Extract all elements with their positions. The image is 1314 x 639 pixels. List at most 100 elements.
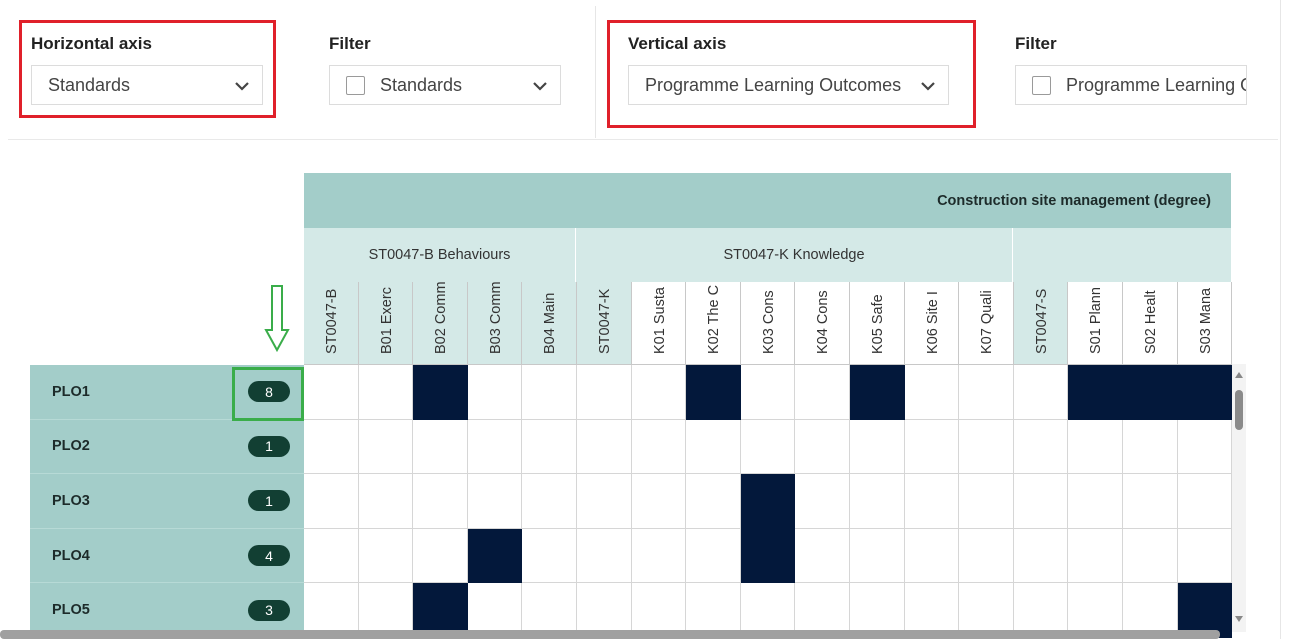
matrix-cell[interactable] [959,474,1014,529]
matrix-cell[interactable] [1123,474,1178,529]
column-header-label: ST0047-B [324,288,340,354]
chevron-down-icon [533,82,547,91]
matrix-cell[interactable] [631,419,687,475]
column-header-label: K06 Site I [924,291,941,354]
row-header: PLO2 1 [30,419,304,475]
matrix-cell[interactable] [959,419,1014,475]
column-header-label: B02 Comm [433,282,450,354]
vertical-scroll-thumb[interactable] [1235,390,1243,430]
matrix-cell[interactable] [904,528,960,584]
matrix-cell[interactable] [1177,419,1233,475]
filter-1-select[interactable]: Standards [329,65,561,105]
matrix-cell-mapped[interactable] [1177,365,1233,420]
matrix-cell[interactable] [1068,419,1123,475]
column-header-label: ST0047-S [1033,288,1050,354]
column-header-label: K07 Quali [979,290,996,354]
row-label: PLO4 [52,547,90,564]
matrix-cell-mapped[interactable] [740,528,796,584]
matrix-cell[interactable] [904,419,960,475]
column-header: K03 Cons [740,282,796,365]
matrix-cell[interactable] [358,365,414,420]
matrix-cell[interactable] [358,419,414,475]
matrix-cell[interactable] [1068,474,1123,529]
matrix-cell[interactable] [522,474,577,529]
matrix-cell[interactable] [631,528,687,584]
matrix-cell[interactable] [795,365,850,420]
matrix-cell[interactable] [850,419,905,475]
column-header-label: B03 Comm [487,282,504,354]
matrix-cell[interactable] [577,474,632,529]
row-header: PLO4 4 [30,528,304,584]
matrix-cell[interactable] [850,528,905,584]
matrix-cell[interactable] [1177,528,1233,584]
matrix-cell[interactable] [1123,528,1178,584]
matrix-cell[interactable] [850,474,905,529]
column-header-label: K01 Susta [651,287,668,354]
matrix-cell[interactable] [631,365,687,420]
matrix-cell[interactable] [740,365,796,420]
column-header: ST0047-S [1013,282,1069,365]
matrix-cell[interactable] [577,528,632,584]
matrix-cell[interactable] [304,419,359,475]
matrix-cell-mapped[interactable] [413,365,468,420]
column-header: K06 Site I [904,282,960,365]
column-header-label: S03 Mana [1197,287,1214,354]
matrix-cell[interactable] [795,528,850,584]
matrix-cell[interactable] [413,419,468,475]
group-header-title: Construction site management (degree) [937,192,1211,209]
highlight-count-badge [232,367,304,421]
horizontal-scrollbar[interactable] [0,630,1220,639]
matrix-cell[interactable] [413,474,468,529]
filter-divider [595,6,596,138]
matrix-cell[interactable] [795,419,850,475]
matrix-cell[interactable] [740,419,796,475]
matrix-cell[interactable] [467,474,523,529]
column-header: S03 Mana [1177,282,1233,365]
vertical-scrollbar[interactable] [1232,364,1246,632]
scroll-up-icon[interactable] [1235,372,1243,378]
matrix-cell[interactable] [467,365,523,420]
matrix-cell[interactable] [1123,419,1178,475]
matrix-cell-mapped[interactable] [850,365,905,420]
matrix-cell[interactable] [358,528,414,584]
matrix-cell[interactable] [304,365,359,420]
matrix-cell-mapped[interactable] [467,528,523,584]
matrix-cell[interactable] [522,419,577,475]
filter-2-checkbox[interactable] [1032,75,1051,95]
matrix-cell[interactable] [304,474,359,529]
matrix-cell-mapped[interactable] [1068,365,1123,420]
matrix-cell[interactable] [959,528,1014,584]
matrix-cell[interactable] [1177,474,1233,529]
matrix-cell[interactable] [522,528,577,584]
filter-1-checkbox[interactable] [346,75,365,95]
matrix-cell-mapped[interactable] [1123,365,1178,420]
matrix-cell[interactable] [1013,419,1069,475]
matrix-cell-mapped[interactable] [740,474,796,529]
matrix-cell[interactable] [467,419,523,475]
scroll-down-icon[interactable] [1235,616,1243,622]
matrix-cell[interactable] [686,474,741,529]
matrix-cell[interactable] [686,528,741,584]
filter-2-select[interactable]: Programme Learning Outco [1015,65,1247,105]
matrix-cell[interactable] [686,419,741,475]
matrix-cell[interactable] [904,365,960,420]
matrix-cell[interactable] [304,528,359,584]
matrix-cell[interactable] [577,419,632,475]
matrix-cell[interactable] [1068,528,1123,584]
matrix-cell[interactable] [959,365,1014,420]
matrix-cell[interactable] [631,474,687,529]
column-header: ST0047-K [577,282,632,365]
matrix-cell[interactable] [577,365,632,420]
matrix-cell[interactable] [1013,528,1069,584]
matrix-cell[interactable] [413,528,468,584]
matrix-cell-mapped[interactable] [686,365,741,420]
matrix-cell[interactable] [522,365,577,420]
matrix-cell[interactable] [358,474,414,529]
matrix-cell[interactable] [795,474,850,529]
matrix-cell[interactable] [1013,474,1069,529]
subgroup-label: ST0047-B Behaviours [368,247,511,263]
matrix-cell[interactable] [1013,365,1069,420]
matrix-cell[interactable] [904,474,960,529]
column-header: K02 The C [686,282,741,365]
count-badge: 1 [248,435,290,457]
